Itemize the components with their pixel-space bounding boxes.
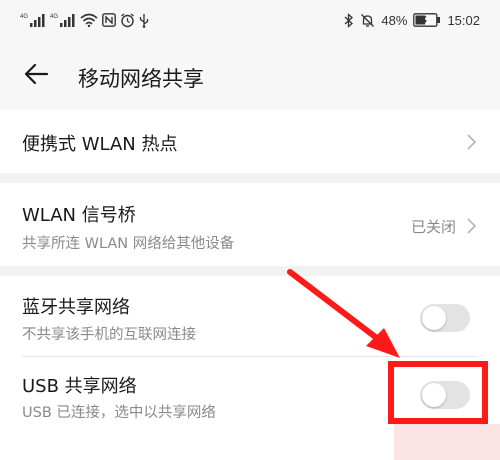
battery-percent: 48% [381, 12, 408, 28]
page-title: 移动网络共享 [78, 67, 204, 91]
usb-title: USB 共享网络 [22, 376, 137, 397]
bluetooth-row[interactable]: 蓝牙共享网络 不共享该手机的互联网连接 [0, 276, 500, 356]
battery-icon [413, 13, 441, 27]
bridge-row[interactable]: WLAN 信号桥 共享所连 WLAN 网络给其他设备 已关闭 [0, 183, 500, 266]
chevron-right-icon [464, 216, 478, 236]
bridge-title: WLAN 信号桥 [22, 205, 136, 226]
nfc-icon [102, 13, 116, 27]
svg-text:4G: 4G [50, 14, 58, 20]
hotspot-card: 便携式 WLAN 热点 [0, 110, 500, 173]
status-bar-left: 4G 4G [20, 11, 149, 29]
bluetooth-title: 蓝牙共享网络 [22, 297, 130, 318]
bridge-status: 已关闭 [410, 218, 456, 236]
signal-4g-icon: 4G [20, 12, 46, 28]
arrow-left-icon [23, 63, 49, 89]
hotspot-row[interactable]: 便携式 WLAN 热点 [0, 110, 500, 173]
status-bar: 4G 4G 48% 15:02 [0, 0, 500, 40]
app-header: 移动网络共享 [0, 40, 500, 110]
usb-icon [139, 13, 149, 28]
bottom-overlay [394, 424, 500, 460]
bridge-card: WLAN 信号桥 共享所连 WLAN 网络给其他设备 已关闭 [0, 183, 500, 266]
signal-4g-icon: 4G [50, 12, 76, 28]
bluetooth-subtitle: 不共享该手机的互联网连接 [22, 327, 196, 343]
svg-text:4G: 4G [20, 14, 28, 20]
wifi-icon [80, 13, 98, 27]
bridge-subtitle: 共享所连 WLAN 网络给其他设备 [22, 236, 235, 252]
usb-toggle[interactable] [420, 381, 470, 409]
hotspot-title: 便携式 WLAN 热点 [22, 134, 178, 155]
bluetooth-toggle[interactable] [420, 304, 470, 332]
back-button[interactable] [22, 62, 50, 90]
status-bar-right: 48% 15:02 [344, 11, 480, 29]
bluetooth-icon [344, 12, 354, 28]
usb-subtitle: USB 已连接，选中以共享网络 [22, 405, 216, 421]
chevron-right-icon [464, 132, 478, 152]
mute-icon [360, 13, 375, 28]
alarm-icon [120, 12, 135, 28]
toggle-knob [422, 383, 446, 407]
toggle-knob [422, 306, 446, 330]
status-time: 15:02 [447, 12, 480, 28]
